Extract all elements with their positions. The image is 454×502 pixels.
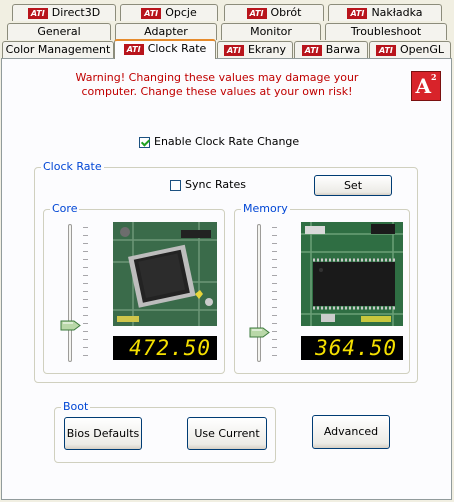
sync-rates-label: Sync Rates bbox=[185, 178, 246, 191]
memory-clock-display: 364.50 bbox=[301, 336, 403, 360]
checkbox-box[interactable] bbox=[170, 179, 181, 191]
tab-label: Direct3D bbox=[51, 6, 101, 19]
clock-rate-group: Clock Rate Sync Rates Set Core 472.50 Me… bbox=[34, 161, 418, 383]
tab-clock-rate[interactable]: ATI Clock Rate bbox=[114, 39, 216, 59]
core-clock-display: 472.50 bbox=[113, 336, 217, 360]
memory-chip-image bbox=[301, 222, 403, 326]
tab-label: OpenGL bbox=[399, 43, 445, 56]
tab-barwa[interactable]: ATI Barwa bbox=[294, 41, 368, 58]
tab-label: Color Management bbox=[5, 43, 111, 56]
core-chip-image bbox=[113, 222, 217, 326]
warning-text: Warning! Changing these values may damag… bbox=[75, 71, 359, 98]
core-group: Core 472.50 bbox=[43, 203, 225, 374]
tab-monitor[interactable]: Monitor bbox=[221, 23, 321, 40]
ati-logo-icon: ATI bbox=[141, 7, 162, 19]
tab-opengl[interactable]: ATI OpenGL bbox=[369, 41, 451, 58]
core-slider-ticks bbox=[83, 227, 88, 359]
set-button[interactable]: Set bbox=[314, 175, 392, 196]
ati-logo-icon: ATI bbox=[123, 43, 144, 55]
core-slider-track bbox=[68, 224, 72, 362]
tab-opcje[interactable]: ATI Opcje bbox=[120, 4, 218, 21]
ati-logo-icon: ATI bbox=[223, 44, 244, 56]
enable-clock-checkbox[interactable]: Enable Clock Rate Change bbox=[139, 135, 299, 148]
ati-logo-icon: ATI bbox=[27, 7, 48, 19]
tab-obrot[interactable]: ATI Obrót bbox=[224, 4, 324, 21]
tab-label: Clock Rate bbox=[147, 42, 207, 55]
tab-label: Barwa bbox=[325, 43, 361, 56]
boot-group-title: Boot bbox=[61, 400, 91, 413]
memory-group: Memory 364.50 bbox=[234, 203, 410, 374]
tab-label: Ekrany bbox=[247, 43, 287, 56]
ati-logo-icon: ATI bbox=[347, 7, 368, 19]
bios-defaults-button[interactable]: Bios Defaults bbox=[64, 417, 142, 450]
logo-letter: A bbox=[415, 74, 431, 98]
core-slider-thumb[interactable] bbox=[60, 320, 81, 331]
boot-group: Boot Bios Defaults Use Current bbox=[54, 401, 276, 463]
memory-slider-thumb[interactable] bbox=[249, 327, 270, 338]
core-slider[interactable] bbox=[60, 224, 90, 362]
tab-label: Obrót bbox=[270, 6, 302, 19]
tab-ekrany[interactable]: ATI Ekrany bbox=[217, 41, 293, 58]
tab-general[interactable]: General bbox=[7, 23, 111, 40]
tab-label: Monitor bbox=[250, 25, 292, 38]
tab-label: Nakładka bbox=[371, 6, 423, 19]
clock-rate-panel: Warning! Changing these values may damag… bbox=[1, 58, 452, 500]
tab-label: Troubleshoot bbox=[350, 25, 422, 38]
checkbox-box[interactable] bbox=[139, 136, 150, 148]
tab-color-management[interactable]: Color Management bbox=[2, 41, 114, 58]
advanced-button[interactable]: Advanced bbox=[312, 415, 390, 449]
tab-adapter[interactable]: Adapter bbox=[115, 23, 217, 40]
clock-rate-group-title: Clock Rate bbox=[41, 160, 104, 173]
tab-label: Opcje bbox=[165, 6, 197, 19]
core-group-title: Core bbox=[50, 202, 80, 215]
tab-troubleshoot[interactable]: Troubleshoot bbox=[325, 23, 447, 40]
ati-logo-icon: ATI bbox=[246, 7, 267, 19]
use-current-button[interactable]: Use Current bbox=[187, 417, 267, 450]
memory-group-title: Memory bbox=[241, 202, 290, 215]
memory-slider[interactable] bbox=[249, 224, 279, 362]
sync-rates-checkbox[interactable]: Sync Rates bbox=[170, 178, 246, 191]
ati-logo-icon: ATI bbox=[301, 44, 322, 56]
logo-superscript: 2 bbox=[430, 72, 437, 82]
tab-label: Adapter bbox=[144, 25, 188, 38]
tab-label: General bbox=[37, 25, 81, 38]
ati-logo-icon: ATI bbox=[375, 44, 396, 56]
enable-clock-label: Enable Clock Rate Change bbox=[154, 135, 300, 148]
tab-nakladka[interactable]: ATI Nakładka bbox=[328, 4, 442, 21]
ati-overclock-logo-icon: A2 bbox=[411, 71, 441, 101]
memory-slider-track bbox=[257, 224, 261, 362]
tab-direct3d[interactable]: ATI Direct3D bbox=[12, 4, 116, 21]
memory-slider-ticks bbox=[272, 227, 277, 359]
